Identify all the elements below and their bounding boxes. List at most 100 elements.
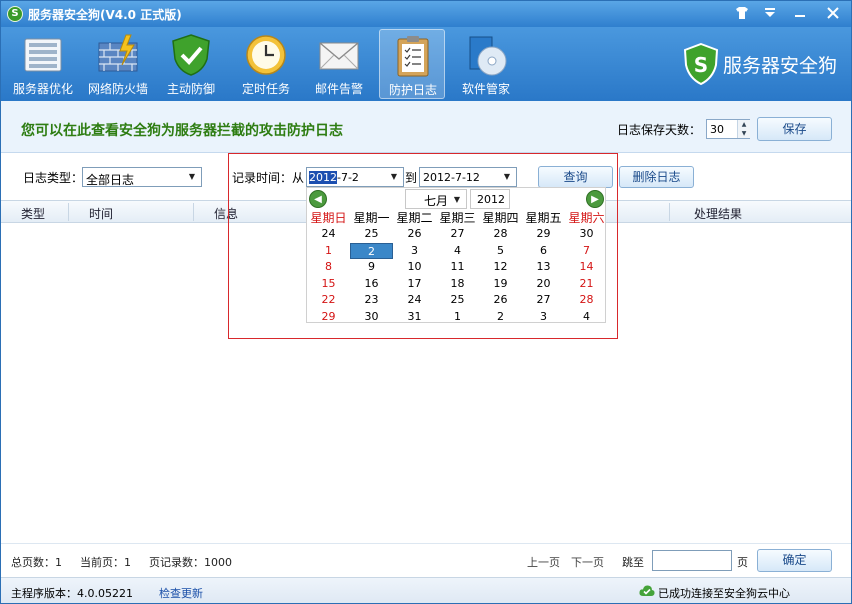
page-records: 页记录数：1000: [149, 556, 232, 569]
calendar-day[interactable]: 25: [436, 292, 479, 308]
toolbar-item-label: 软件管家: [461, 82, 510, 96]
calendar-day[interactable]: 27: [522, 292, 565, 308]
column-divider[interactable]: [68, 203, 69, 221]
calendar-day[interactable]: 25: [350, 226, 393, 242]
prev-month-icon[interactable]: ◀: [309, 190, 327, 208]
from-date-select[interactable]: 2012-7-2 ▼: [306, 167, 404, 187]
calendar-day[interactable]: 4: [565, 309, 608, 325]
calendar-day[interactable]: 16: [350, 276, 393, 292]
column-header-info[interactable]: 信息: [214, 205, 238, 222]
calendar-day[interactable]: 3: [393, 243, 436, 259]
svg-text:S: S: [694, 53, 708, 77]
close-icon[interactable]: [822, 4, 844, 22]
query-button[interactable]: 查询: [538, 166, 613, 188]
calendar-day[interactable]: 21: [565, 276, 608, 292]
calendar-day[interactable]: 2: [350, 242, 393, 259]
days-stepper[interactable]: 30 ▲ ▼: [706, 119, 750, 139]
date-picker-calendar[interactable]: ◀ 七月 ▼ 2012 ▶ 星期日 星期一 星期二 星期三 星期四 星期五 星期六 24 25…: [306, 187, 606, 323]
calendar-day[interactable]: 19: [479, 276, 522, 292]
calendar-day[interactable]: 26: [479, 292, 522, 308]
header-strip: 您可以在此查看安全狗为服务器拦截的攻击防护日志 日志保存天数： 30 ▲ ▼ 保…: [1, 101, 851, 153]
logtype-label: 日志类型：: [23, 171, 84, 185]
stepper-up-icon[interactable]: ▲: [737, 120, 750, 129]
toolbar-item-mail-alert[interactable]: 邮件告警: [306, 29, 372, 99]
logtype-select[interactable]: 全部日志 ▼: [82, 167, 202, 187]
column-header-result[interactable]: 处理结果: [694, 205, 742, 222]
server-icon: [24, 38, 62, 72]
calendar-day[interactable]: 20: [522, 276, 565, 292]
check-update-link[interactable]: 检查更新: [159, 585, 203, 601]
toolbar-item-active-defense[interactable]: 主动防御: [158, 29, 224, 99]
chevron-down-icon: ▼: [503, 172, 511, 181]
calendar-day[interactable]: 27: [436, 226, 479, 242]
skin-icon[interactable]: [731, 4, 753, 22]
weekday-label: 星期一: [353, 211, 390, 225]
calendar-day[interactable]: 2: [479, 309, 522, 325]
toolbar-item-server-optimize[interactable]: 服务器优化: [10, 29, 76, 99]
calendar-day[interactable]: 1: [307, 243, 350, 259]
calendar-day[interactable]: 15: [307, 276, 350, 292]
year-field[interactable]: 2012: [470, 189, 510, 209]
page-unit-label: 页: [737, 556, 748, 569]
calendar-day[interactable]: 24: [307, 226, 350, 242]
toolbar-item-label: 服务器优化: [12, 82, 73, 96]
calendar-day[interactable]: 10: [393, 259, 436, 275]
delete-log-button[interactable]: 删除日志: [619, 166, 694, 188]
page-title: 您可以在此查看安全狗为服务器拦截的攻击防护日志: [21, 123, 343, 139]
to-date-select[interactable]: 2012-7-12 ▼: [419, 167, 517, 187]
calendar-day[interactable]: 28: [479, 226, 522, 242]
calendar-day[interactable]: 30: [350, 309, 393, 325]
clock-icon: [246, 35, 286, 75]
calendar-day[interactable]: 12: [479, 259, 522, 275]
calendar-day[interactable]: 26: [393, 226, 436, 242]
calendar-day[interactable]: 29: [522, 226, 565, 242]
toolbar-item-label: 网络防火墙: [87, 82, 148, 96]
weekday-label: 星期五: [525, 211, 562, 225]
confirm-button[interactable]: 确定: [757, 549, 832, 572]
calendar-day[interactable]: 13: [522, 259, 565, 275]
calendar-day[interactable]: 1: [436, 309, 479, 325]
calendar-day[interactable]: 28: [565, 292, 608, 308]
month-select[interactable]: 七月 ▼: [405, 189, 467, 209]
time-label: 记录时间：从: [232, 171, 305, 185]
status-bar: 主程序版本：4.0.05221 检查更新 已成功连接至安全狗云中心: [1, 577, 851, 603]
calendar-day[interactable]: 22: [307, 292, 350, 308]
toolbar-item-firewall[interactable]: 网络防火墙: [85, 29, 151, 99]
next-page-link[interactable]: 下一页: [571, 554, 604, 570]
calendar-day[interactable]: 7: [565, 243, 608, 259]
software-disc-icon: [469, 36, 507, 76]
calendar-day[interactable]: 11: [436, 259, 479, 275]
jump-page-input[interactable]: [652, 550, 732, 571]
save-button[interactable]: 保存: [757, 117, 832, 141]
logtype-value: 全部日志: [86, 173, 135, 187]
calendar-day[interactable]: 31: [393, 309, 436, 325]
calendar-day[interactable]: 3: [522, 309, 565, 325]
calendar-day[interactable]: 9: [350, 259, 393, 275]
calendar-day[interactable]: 17: [393, 276, 436, 292]
calendar-day[interactable]: 8: [307, 259, 350, 275]
weekday-label: 星期三: [439, 211, 476, 225]
menu-icon[interactable]: [759, 4, 781, 22]
column-divider[interactable]: [193, 203, 194, 221]
calendar-day[interactable]: 23: [350, 292, 393, 308]
calendar-day[interactable]: 24: [393, 292, 436, 308]
calendar-day[interactable]: 4: [436, 243, 479, 259]
calendar-day[interactable]: 30: [565, 226, 608, 242]
column-header-time[interactable]: 时间: [89, 205, 113, 222]
calendar-day[interactable]: 18: [436, 276, 479, 292]
toolbar-item-software-manager[interactable]: 软件管家: [453, 29, 519, 99]
calendar-day[interactable]: 5: [479, 243, 522, 259]
app-window: S 服务器安全狗(V4.0 正式版) 服务器优化 网络防火墙 主动防御 定时任务…: [0, 0, 852, 604]
prev-page-link[interactable]: 上一页: [527, 554, 560, 570]
toolbar-item-scheduled-task[interactable]: 定时任务: [233, 29, 299, 99]
stepper-down-icon[interactable]: ▼: [737, 129, 750, 138]
calendar-day[interactable]: 29: [307, 309, 350, 325]
calendar-day[interactable]: 6: [522, 243, 565, 259]
column-header-type[interactable]: 类型: [21, 205, 45, 222]
minimize-icon[interactable]: [789, 4, 811, 22]
next-month-icon[interactable]: ▶: [586, 190, 604, 208]
pager-bar: 总页数：1 当前页：1 页记录数：1000 上一页 下一页 跳至 页 确定: [1, 543, 851, 577]
toolbar-item-protection-log[interactable]: 防护日志: [379, 29, 445, 99]
column-divider[interactable]: [669, 203, 670, 221]
calendar-day[interactable]: 14: [565, 259, 608, 275]
